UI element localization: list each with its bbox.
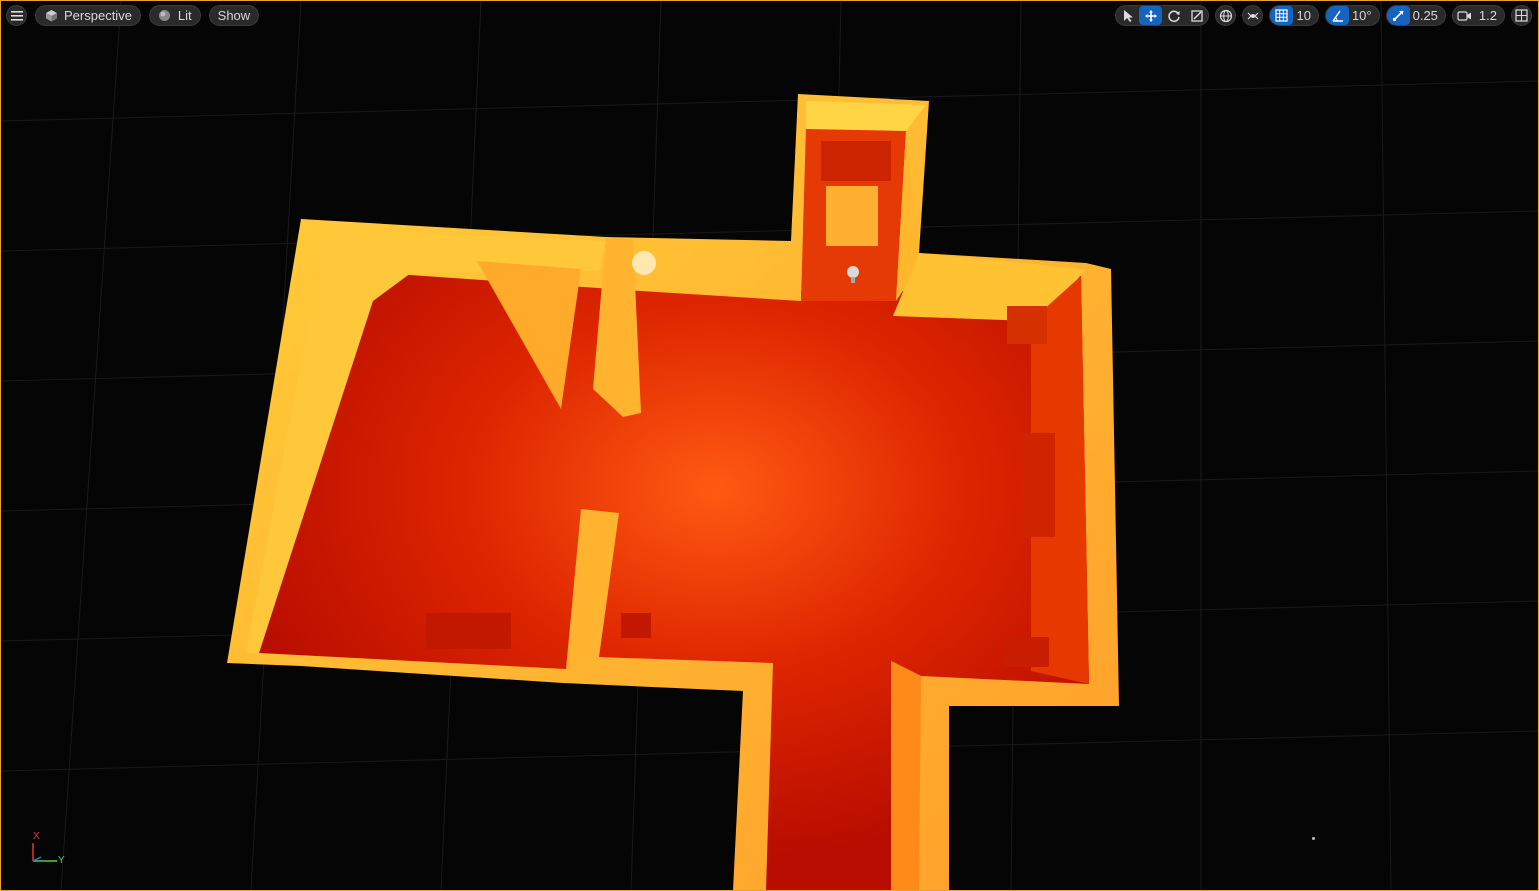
rotation-snap-value[interactable]: 10° bbox=[1349, 8, 1379, 23]
furniture-block bbox=[1023, 433, 1055, 537]
show-label: Show bbox=[217, 8, 251, 23]
layout-grid-icon bbox=[1515, 9, 1528, 22]
surface-snap-icon bbox=[1247, 12, 1259, 19]
wall-north-top bbox=[806, 101, 926, 131]
rotation-snap-toggle[interactable] bbox=[1325, 6, 1349, 25]
camera-speed-button[interactable] bbox=[1453, 6, 1476, 25]
perspective-button[interactable]: Perspective bbox=[35, 5, 141, 26]
floor-main bbox=[259, 273, 1089, 890]
camera-speed-value[interactable]: 1.2 bbox=[1476, 8, 1504, 23]
scale-snap-group[interactable]: 0.25 bbox=[1385, 5, 1446, 26]
scale-snap-icon bbox=[1392, 10, 1404, 21]
viewport-right-toolbar: 10 10° 0.25 1.2 bbox=[1115, 5, 1532, 26]
furniture-block bbox=[1007, 306, 1047, 344]
grid-icon bbox=[1275, 9, 1289, 22]
show-button[interactable]: Show bbox=[208, 5, 260, 26]
wall-corridor-side bbox=[891, 661, 921, 890]
furniture-block bbox=[826, 186, 878, 246]
rotate-tool-button[interactable] bbox=[1162, 6, 1185, 25]
axis-x-label: X bbox=[33, 831, 40, 842]
grid-snap-group[interactable]: 10 bbox=[1269, 5, 1319, 26]
cube-icon bbox=[44, 9, 58, 23]
scale-icon bbox=[1191, 9, 1203, 22]
cursor-icon bbox=[1123, 10, 1133, 22]
furniture-block bbox=[1003, 637, 1049, 667]
surface-snap-button[interactable] bbox=[1242, 5, 1264, 26]
camera-icon bbox=[1457, 10, 1471, 21]
scale-tool-button[interactable] bbox=[1185, 6, 1208, 25]
scale-snap-value[interactable]: 0.25 bbox=[1410, 8, 1445, 23]
globe-icon bbox=[1219, 9, 1233, 22]
scale-snap-toggle[interactable] bbox=[1386, 6, 1410, 25]
perspective-label: Perspective bbox=[64, 8, 132, 23]
light-sphere[interactable] bbox=[632, 251, 656, 275]
furniture-block bbox=[426, 613, 511, 649]
lit-label: Lit bbox=[177, 8, 192, 23]
level-viewport[interactable]: Perspective Lit Show 10 10° 0.25 1.2 X Y bbox=[0, 0, 1539, 891]
angle-icon bbox=[1332, 10, 1343, 22]
rotation-snap-group[interactable]: 10° bbox=[1324, 5, 1380, 26]
axis-gizmo: X Y bbox=[27, 831, 77, 871]
level-geometry[interactable] bbox=[1, 1, 1538, 890]
viewport-left-toolbar: Perspective Lit Show bbox=[6, 5, 260, 26]
move-icon bbox=[1144, 9, 1157, 22]
rotate-icon bbox=[1168, 10, 1180, 22]
layout-button[interactable] bbox=[1511, 5, 1532, 26]
grid-snap-value[interactable]: 10 bbox=[1293, 8, 1317, 23]
viewport-marker bbox=[1312, 837, 1315, 840]
furniture-block bbox=[621, 613, 651, 638]
grid-snap-toggle[interactable] bbox=[1270, 6, 1294, 25]
furniture-block bbox=[821, 141, 891, 181]
axis-y-label: Y bbox=[58, 855, 65, 866]
world-local-toggle[interactable] bbox=[1215, 5, 1237, 26]
lit-sphere-icon bbox=[158, 9, 172, 23]
select-tool-button[interactable] bbox=[1116, 6, 1139, 25]
transform-tools bbox=[1115, 5, 1210, 26]
lit-button[interactable]: Lit bbox=[148, 5, 201, 26]
viewport-menu-button[interactable] bbox=[6, 5, 27, 26]
move-tool-button[interactable] bbox=[1139, 6, 1163, 25]
hamburger-icon bbox=[10, 9, 24, 23]
camera-speed-group[interactable]: 1.2 bbox=[1451, 5, 1505, 26]
